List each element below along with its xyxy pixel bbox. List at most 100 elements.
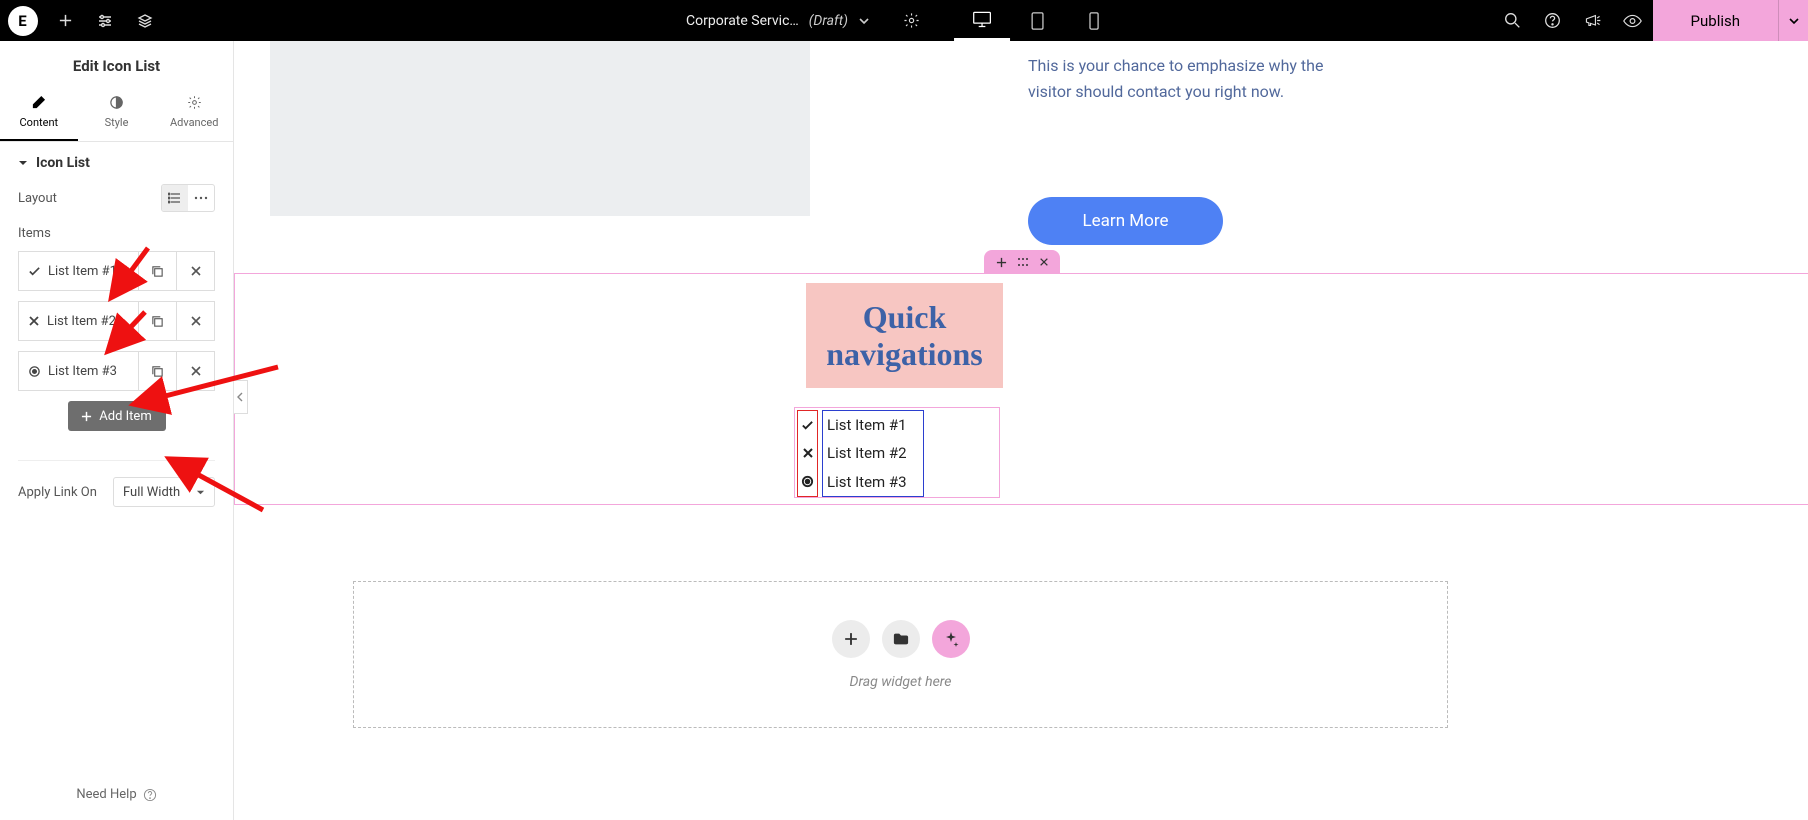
- section-toolbar: [984, 250, 1060, 274]
- panel-title: Edit Icon List: [0, 41, 233, 87]
- template-library-button[interactable]: [882, 620, 920, 658]
- tab-style[interactable]: Style: [78, 87, 156, 141]
- list-text-1: List Item #1: [823, 411, 923, 439]
- ai-button[interactable]: [932, 620, 970, 658]
- topbar-left: E: [0, 0, 165, 41]
- contrast-icon: [109, 95, 124, 110]
- ellipsis-icon: [194, 195, 208, 201]
- copy-icon: [151, 265, 164, 278]
- topbar-center: Corporate Servic… (Draft): [686, 0, 1122, 41]
- tab-advanced[interactable]: Advanced: [155, 87, 233, 141]
- layers-icon: [137, 13, 153, 29]
- annotation-arrow-3: [130, 365, 280, 410]
- layout-toggle: [161, 184, 215, 212]
- list-text-3: List Item #3: [823, 468, 923, 496]
- sparkle-icon: [943, 631, 959, 647]
- elementor-logo[interactable]: E: [0, 0, 45, 41]
- copy-icon: [151, 315, 164, 328]
- caret-down-icon: [18, 158, 28, 168]
- items-label: Items: [18, 226, 215, 241]
- times-icon: [802, 447, 814, 459]
- chevron-down-icon: [1788, 15, 1800, 27]
- add-widget-button[interactable]: [45, 0, 85, 41]
- tab-content-label: Content: [20, 116, 59, 129]
- help-button[interactable]: [1533, 0, 1573, 41]
- need-help-label: Need Help: [76, 787, 136, 802]
- device-mobile[interactable]: [1066, 0, 1122, 41]
- mobile-icon: [1088, 12, 1100, 30]
- dropzone-buttons: [832, 620, 970, 658]
- close-icon: [190, 315, 202, 327]
- section-title: Icon List: [36, 155, 90, 171]
- elementor-logo-icon: E: [8, 6, 38, 36]
- need-help-link[interactable]: Need Help: [0, 769, 233, 820]
- layout-label: Layout: [18, 191, 57, 206]
- plus-icon[interactable]: [996, 257, 1007, 268]
- drag-handle-icon[interactable]: [1017, 257, 1029, 267]
- selected-section[interactable]: Quick navigations List Item #1 Li: [235, 274, 1808, 504]
- dot-circle-icon: [28, 365, 41, 378]
- topbar-right: Publish: [1493, 0, 1808, 41]
- publish-button[interactable]: Publish: [1653, 0, 1778, 41]
- empty-section-dropzone[interactable]: Drag widget here: [353, 581, 1448, 728]
- learn-more-button[interactable]: Learn More: [1028, 197, 1223, 245]
- list-icon-3: [798, 468, 817, 496]
- search-icon: [1504, 12, 1521, 29]
- layout-vertical[interactable]: [162, 185, 188, 211]
- help-icon: [1544, 12, 1561, 29]
- plus-icon: [81, 411, 92, 422]
- quick-heading-text: Quick navigations: [806, 299, 1003, 373]
- plus-icon: [844, 632, 858, 646]
- document-switcher[interactable]: Corporate Servic… (Draft): [686, 13, 870, 29]
- cta-text[interactable]: This is your chance to emphasize why the…: [1028, 53, 1358, 104]
- item-label: List Item #1: [48, 264, 117, 279]
- gear-icon: [903, 12, 920, 29]
- add-section-button[interactable]: [832, 620, 870, 658]
- close-icon: [190, 265, 202, 277]
- whats-new-button[interactable]: [1573, 0, 1613, 41]
- list-icon: [168, 192, 182, 204]
- icon-list-widget[interactable]: List Item #1 List Item #2 List Item #3: [794, 407, 1000, 498]
- item-remove-1[interactable]: [176, 252, 214, 290]
- folder-icon: [893, 632, 909, 646]
- tab-content[interactable]: Content: [0, 87, 78, 141]
- tab-advanced-label: Advanced: [170, 116, 218, 129]
- text-column-highlight: List Item #1 List Item #2 List Item #3: [822, 410, 924, 497]
- page-settings-button[interactable]: [892, 0, 932, 41]
- layout-horizontal[interactable]: [188, 185, 214, 211]
- structure-button[interactable]: [125, 0, 165, 41]
- editor-canvas: This is your chance to emphasize why the…: [234, 41, 1808, 820]
- device-tablet[interactable]: [1010, 0, 1066, 41]
- desktop-icon: [972, 10, 992, 28]
- times-icon: [28, 315, 40, 327]
- item-main-3[interactable]: List Item #3: [19, 352, 138, 390]
- annotation-arrow-1: [108, 246, 150, 301]
- check-icon: [801, 419, 814, 432]
- annotation-arrow-2: [105, 310, 147, 355]
- quick-navigations-heading[interactable]: Quick navigations: [806, 283, 1003, 388]
- plus-icon: [58, 13, 73, 28]
- editor-panel: Edit Icon List Content Style Advanced Ic…: [0, 41, 234, 820]
- canvas-inner: This is your chance to emphasize why the…: [234, 41, 1808, 820]
- site-settings-button[interactable]: [85, 0, 125, 41]
- help-icon: [143, 788, 157, 802]
- list-text-2: List Item #2: [823, 439, 923, 467]
- item-remove-2[interactable]: [176, 302, 214, 340]
- item-label: List Item #3: [48, 364, 117, 379]
- dot-circle-icon: [801, 475, 814, 488]
- finder-button[interactable]: [1493, 0, 1533, 41]
- layout-row: Layout: [18, 184, 215, 212]
- device-desktop[interactable]: [954, 0, 1010, 41]
- icon-column-highlight: [797, 410, 818, 497]
- list-icon-2: [798, 439, 817, 467]
- responsive-switcher: [954, 0, 1122, 41]
- add-item-label: Add Item: [99, 409, 151, 424]
- document-title: Corporate Servic…: [686, 13, 799, 29]
- panel-tabs: Content Style Advanced: [0, 87, 233, 142]
- section-icon-list[interactable]: Icon List: [18, 155, 215, 171]
- apply-link-label: Apply Link On: [18, 485, 97, 500]
- publish-options-button[interactable]: [1778, 0, 1808, 41]
- preview-button[interactable]: [1613, 0, 1653, 41]
- close-icon[interactable]: [1039, 257, 1049, 267]
- dropzone-hint: Drag widget here: [850, 674, 952, 690]
